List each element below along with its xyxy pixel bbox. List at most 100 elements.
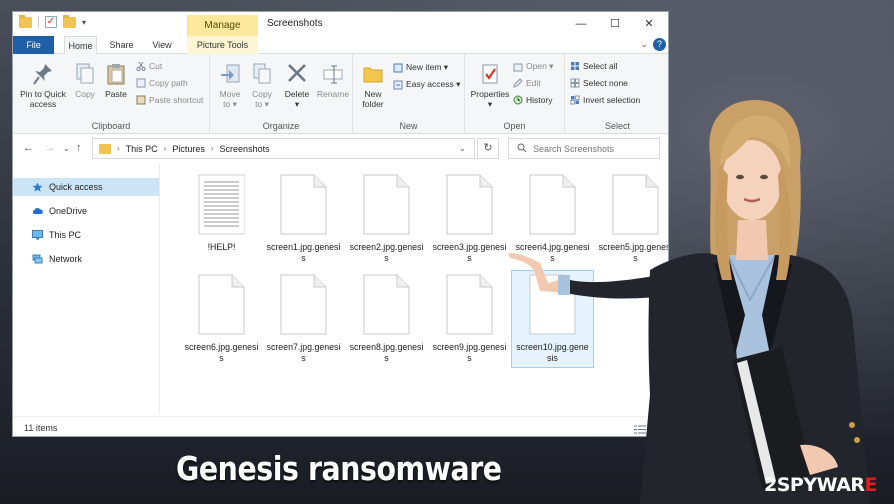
copy-path-label: Copy path [149, 78, 188, 88]
sidebar-item-network[interactable]: Network [13, 250, 159, 268]
tab-home[interactable]: Home [64, 36, 97, 54]
paste-shortcut-icon [136, 95, 146, 105]
up-arrow-icon[interactable]: ↑ [76, 142, 82, 154]
forward-arrow-icon[interactable]: → [44, 142, 55, 154]
file-item[interactable]: screen3.jpg.genesis [428, 174, 511, 264]
file-name: screen2.jpg.genesis [349, 242, 424, 263]
chevron-right-icon[interactable]: › [164, 144, 167, 153]
select-all-icon [570, 61, 580, 71]
chevron-right-icon[interactable]: › [211, 144, 214, 153]
breadcrumb-pictures[interactable]: Pictures [172, 144, 205, 154]
new-item-button[interactable]: New item ▾ [393, 62, 448, 73]
tab-view[interactable]: View [147, 36, 177, 54]
file-item[interactable]: screen6.jpg.genesis [180, 274, 263, 364]
copy-to-icon [251, 62, 273, 86]
pin-icon [32, 62, 54, 86]
tab-share[interactable]: Share [105, 36, 138, 54]
open-button[interactable]: Open ▾ [513, 61, 553, 72]
breadcrumb-this-pc[interactable]: This PC [126, 144, 158, 154]
new-folder-button[interactable]: New folder [357, 62, 389, 109]
edit-icon [513, 78, 523, 88]
select-all-button[interactable]: Select all [570, 61, 618, 71]
paste-icon [105, 62, 127, 86]
minimize-button[interactable]: — [564, 15, 598, 33]
pin-label-2: access [29, 99, 57, 109]
file-item[interactable]: !HELP! [180, 174, 263, 253]
customize-toolbar-icon[interactable]: ▾ [82, 18, 86, 27]
open-icon [513, 62, 523, 72]
move-to-button[interactable]: Move to ▾ [215, 62, 245, 109]
rename-button[interactable]: Rename [315, 62, 351, 99]
properties-icon [479, 62, 501, 86]
tab-picture-tools[interactable]: Picture Tools [187, 36, 258, 54]
logo-mid: SPYWAR [776, 474, 865, 496]
file-item[interactable]: screen1.jpg.genesis [262, 174, 345, 264]
sidebar-item-this-pc[interactable]: This PC [13, 226, 159, 244]
help-icon[interactable]: ? [653, 38, 666, 51]
select-none-label: Select none [583, 78, 628, 88]
file-name: screen1.jpg.genesis [266, 242, 341, 263]
sidebar-item-onedrive[interactable]: OneDrive [13, 202, 159, 220]
file-item[interactable]: screen2.jpg.genesis [345, 174, 428, 264]
paste-shortcut-button[interactable]: Paste shortcut [136, 95, 203, 105]
back-arrow-icon[interactable]: ← [23, 142, 34, 154]
copy-button[interactable]: Copy [71, 62, 99, 99]
pin-to-quick-access-button[interactable]: Pin to Quick access [16, 62, 70, 109]
pin-label-1: Pin to Quick [20, 89, 66, 99]
copy-path-button[interactable]: Copy path [136, 78, 188, 88]
delete-label-1: Delete [284, 89, 310, 99]
window-title: Screenshots [267, 18, 323, 29]
file-item[interactable]: screen7.jpg.genesis [262, 274, 345, 364]
cut-label: Cut [149, 61, 163, 71]
new-item-icon [393, 63, 403, 73]
sidebar-item-quick-access[interactable]: Quick access [13, 178, 159, 196]
blank-file-icon [446, 274, 493, 335]
new-folder-icon[interactable] [63, 14, 76, 28]
logo-suffix: E [864, 474, 878, 496]
manage-tab[interactable]: Manage [187, 15, 258, 37]
address-dropdown-icon[interactable]: ⌄ [459, 144, 466, 153]
blank-file-icon [280, 274, 327, 335]
move-to-label-2: to ▾ [223, 99, 237, 109]
paste-label: Paste [105, 89, 127, 99]
quick-access-toolbar: ✓ ▾ [19, 14, 86, 28]
scissors-icon [136, 61, 146, 72]
rename-label: Rename [316, 89, 350, 99]
properties-icon[interactable]: ✓ [45, 16, 57, 28]
file-name: screen3.jpg.genesis [432, 242, 507, 263]
file-item[interactable]: screen8.jpg.genesis [345, 274, 428, 364]
delete-button[interactable]: Delete ▾ [281, 62, 313, 109]
paste-button[interactable]: Paste [102, 62, 130, 99]
new-folder-label-1: New [364, 89, 382, 99]
folder-icon[interactable] [19, 14, 32, 28]
item-count: 11 items [24, 423, 58, 433]
blank-file-icon [363, 274, 410, 335]
chevron-right-icon[interactable]: › [117, 144, 120, 153]
easy-access-label: Easy access ▾ [406, 79, 461, 89]
file-name: screen9.jpg.genesis [432, 342, 507, 363]
copy-path-icon [136, 78, 146, 88]
copy-to-button[interactable]: Copy to ▾ [247, 62, 277, 109]
select-none-button[interactable]: Select none [570, 78, 628, 88]
easy-access-button[interactable]: Easy access ▾ [393, 79, 460, 90]
address-box[interactable]: › This PC › Pictures › Screenshots [92, 138, 475, 159]
cut-button[interactable]: Cut [136, 61, 163, 72]
file-item[interactable]: screen9.jpg.genesis [428, 274, 511, 364]
breadcrumb-screenshots[interactable]: Screenshots [220, 144, 270, 154]
new-item-label: New item ▾ [406, 62, 449, 72]
tab-file[interactable]: File [13, 36, 54, 54]
sidebar-item-label: Quick access [49, 182, 103, 192]
recent-locations-icon[interactable]: ⌄ [63, 144, 70, 153]
monitor-icon [32, 230, 43, 240]
chevron-down-icon[interactable]: ⌄ [640, 39, 648, 50]
maximize-button[interactable]: ☐ [598, 15, 632, 33]
text-file-icon [198, 174, 245, 235]
refresh-icon[interactable]: ↻ [477, 138, 499, 159]
file-name: !HELP! [207, 242, 236, 252]
divider [38, 16, 39, 28]
edit-button[interactable]: Edit [513, 78, 541, 88]
new-folder-label-2: folder [362, 99, 384, 109]
close-button[interactable]: ✕ [632, 15, 666, 33]
move-to-icon [219, 62, 241, 86]
sidebar-item-label: This PC [49, 230, 82, 240]
